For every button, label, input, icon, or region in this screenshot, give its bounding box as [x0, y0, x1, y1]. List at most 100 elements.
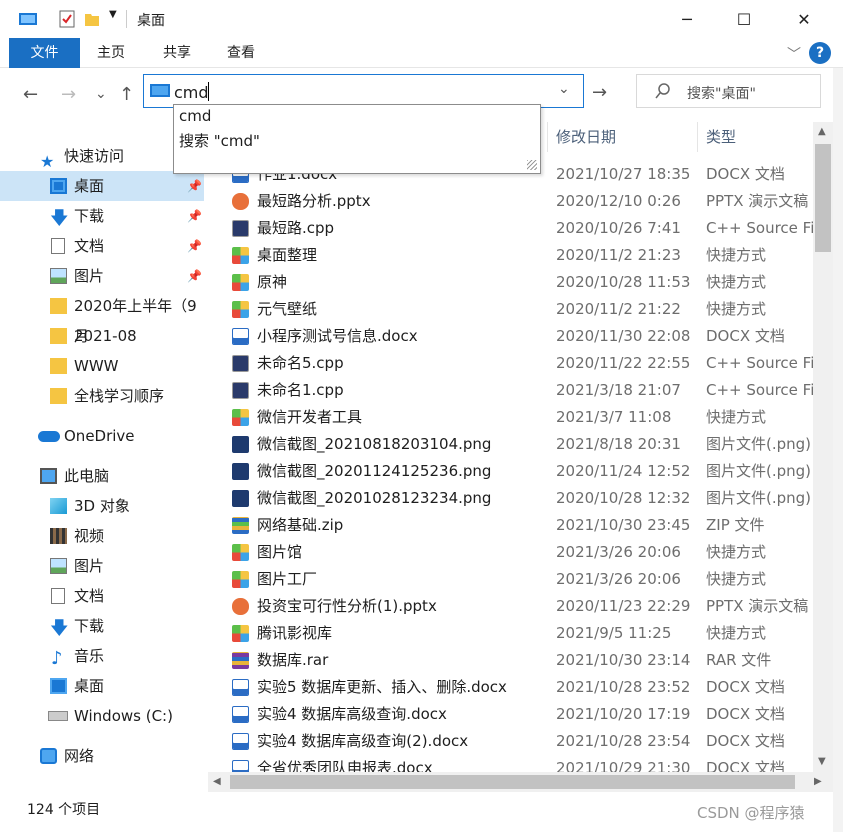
sidebar-item-videos[interactable]: 视频: [0, 521, 204, 551]
autocomplete-option[interactable]: cmd: [179, 107, 211, 125]
sidebar-item-folder-2021-08[interactable]: 2021-08: [0, 321, 204, 351]
sidebar-item-label: 3D 对象: [74, 497, 130, 515]
file-modified-date: 2020/11/22 22:55: [556, 354, 691, 372]
file-row[interactable]: 小程序测试号信息.docx 2020/11/30 22:08 DOCX 文档: [208, 323, 813, 350]
properties-icon[interactable]: [58, 9, 76, 29]
file-row[interactable]: 实验4 数据库高级查询(2).docx 2021/10/28 23:54 DOCX …: [208, 728, 813, 755]
new-folder-icon[interactable]: [84, 9, 100, 29]
sidebar-item-pictures[interactable]: 图片 📌: [0, 261, 204, 291]
sidebar-item-documents[interactable]: 文档 📌: [0, 231, 204, 261]
sidebar-item-desktop[interactable]: 桌面 📌: [0, 171, 204, 201]
close-button[interactable]: ✕: [774, 0, 834, 38]
tab-file[interactable]: 文件: [9, 38, 80, 68]
cube-icon: [50, 498, 67, 514]
file-row[interactable]: 图片工厂 2021/3/26 20:06 快捷方式: [208, 566, 813, 593]
up-button[interactable]: ↑: [119, 84, 134, 105]
quick-access-dropdown-icon[interactable]: ▼: [109, 9, 117, 29]
file-row[interactable]: 最短路.cpp 2020/10/26 7:41 C++ Source File: [208, 215, 813, 242]
vertical-scroll-thumb[interactable]: [815, 144, 831, 252]
forward-button[interactable]: →: [61, 84, 76, 105]
horizontal-scrollbar[interactable]: ◀ ▶: [208, 772, 833, 792]
sidebar-item-documents-pc[interactable]: 文档: [0, 581, 204, 611]
sidebar-item-folder-2020[interactable]: 2020年上半年（9月: [0, 291, 204, 345]
file-row[interactable]: 网络基础.zip 2021/10/30 23:45 ZIP 文件: [208, 512, 813, 539]
horizontal-scroll-thumb[interactable]: [230, 775, 795, 789]
sidebar-item-3d-objects[interactable]: 3D 对象: [0, 491, 204, 521]
scroll-right-icon[interactable]: ▶: [814, 776, 822, 787]
sidebar-item-desktop-pc[interactable]: 桌面: [0, 671, 204, 701]
file-type: DOCX 文档: [706, 165, 785, 183]
shortcut-icon: [232, 247, 249, 264]
cpp-icon: [232, 355, 249, 372]
maximize-button[interactable]: ☐: [714, 0, 774, 38]
resize-grip[interactable]: [527, 160, 537, 170]
file-row[interactable]: 元气壁纸 2020/11/2 21:22 快捷方式: [208, 296, 813, 323]
file-modified-date: 2021/10/30 23:14: [556, 651, 691, 669]
file-type: C++ Source File: [706, 381, 813, 399]
sidebar-item-drive-c[interactable]: Windows (C:): [0, 701, 204, 731]
picture-icon: [50, 558, 67, 574]
recent-locations-button[interactable]: ⌄: [95, 86, 107, 102]
address-input[interactable]: cmd: [174, 83, 209, 102]
file-row[interactable]: 全省优秀团队申报表.docx 2021/10/29 21:30 DOCX 文档: [208, 755, 813, 772]
search-box[interactable]: 搜索"桌面": [636, 74, 821, 108]
column-header-type[interactable]: 类型: [706, 122, 736, 152]
sidebar-item-music[interactable]: ♪ 音乐: [0, 641, 204, 671]
file-row[interactable]: 未命名1.cpp 2021/3/18 21:07 C++ Source File: [208, 377, 813, 404]
cpp-icon: [232, 382, 249, 399]
sidebar-item-network[interactable]: 网络: [0, 741, 204, 771]
file-modified-date: 2021/9/5 11:25: [556, 624, 672, 642]
column-header-modified[interactable]: 修改日期: [556, 122, 616, 152]
go-button[interactable]: →: [592, 82, 607, 103]
file-row[interactable]: 最短路分析.pptx 2020/12/10 0:26 PPTX 演示文稿: [208, 188, 813, 215]
file-row[interactable]: 微信截图_20210818203104.png 2021/8/18 20:31 图片…: [208, 431, 813, 458]
help-icon[interactable]: ?: [809, 42, 831, 64]
file-row[interactable]: 数据库.rar 2021/10/30 23:14 RAR 文件: [208, 647, 813, 674]
column-separator[interactable]: [547, 122, 548, 152]
sidebar-item-downloads[interactable]: 🡇 下载 📌: [0, 201, 204, 231]
column-separator[interactable]: [697, 122, 698, 152]
file-modified-date: 2021/10/28 23:54: [556, 732, 691, 750]
scroll-up-icon[interactable]: ▲: [818, 126, 826, 137]
file-type: RAR 文件: [706, 651, 772, 669]
sidebar-item-label: WWW: [74, 357, 119, 375]
file-modified-date: 2020/10/28 11:53: [556, 273, 691, 291]
tab-home[interactable]: 主页: [84, 38, 138, 68]
file-row[interactable]: 腾讯影视库 2021/9/5 11:25 快捷方式: [208, 620, 813, 647]
sidebar-item-folder-www[interactable]: WWW: [0, 351, 204, 381]
expand-ribbon-icon[interactable]: ﹀: [787, 44, 801, 64]
sidebar-item-this-pc[interactable]: 此电脑: [0, 461, 204, 491]
scroll-down-icon[interactable]: ▼: [818, 756, 826, 767]
scroll-left-icon[interactable]: ◀: [213, 776, 221, 787]
file-row[interactable]: 微信开发者工具 2021/3/7 11:08 快捷方式: [208, 404, 813, 431]
file-row[interactable]: 图片馆 2021/3/26 20:06 快捷方式: [208, 539, 813, 566]
file-row[interactable]: 实验5 数据库更新、插入、删除.docx 2021/10/28 23:52 DOCX…: [208, 674, 813, 701]
file-name: 实验4 数据库高级查询(2).docx: [257, 732, 469, 750]
file-row[interactable]: 投资宝可行性分析(1).pptx 2020/11/23 22:29 PPTX 演示文…: [208, 593, 813, 620]
vertical-scrollbar[interactable]: ▲ ▼: [813, 122, 833, 772]
file-type: 图片文件(.png): [706, 435, 812, 453]
file-row[interactable]: 微信截图_20201028123234.png 2020/10/28 12:32 图…: [208, 485, 813, 512]
file-name: 最短路.cpp: [257, 219, 335, 237]
autocomplete-option[interactable]: 搜索 "cmd": [179, 130, 260, 151]
file-row[interactable]: 原神 2020/10/28 11:53 快捷方式: [208, 269, 813, 296]
search-input[interactable]: 搜索"桌面": [687, 83, 756, 103]
sidebar-item-onedrive[interactable]: OneDrive: [0, 421, 204, 451]
tab-view[interactable]: 查看: [214, 38, 268, 68]
sidebar-item-folder-fullstack[interactable]: 全栈学习顺序: [0, 381, 204, 411]
file-row[interactable]: 实验4 数据库高级查询.docx 2021/10/20 17:19 DOCX 文档: [208, 701, 813, 728]
download-icon: 🡇: [50, 208, 69, 229]
address-bar[interactable]: cmd ⌄: [143, 74, 584, 108]
file-row[interactable]: 未命名5.cpp 2020/11/22 22:55 C++ Source File: [208, 350, 813, 377]
file-type: DOCX 文档: [706, 327, 785, 345]
back-button[interactable]: ←: [23, 84, 38, 105]
pin-icon: 📌: [187, 179, 202, 193]
file-row[interactable]: 桌面整理 2020/11/2 21:23 快捷方式: [208, 242, 813, 269]
address-dropdown-icon[interactable]: ⌄: [558, 81, 570, 97]
file-name: 小程序测试号信息.docx: [257, 327, 418, 345]
sidebar-item-downloads-pc[interactable]: 🡇 下载: [0, 611, 204, 641]
sidebar-item-pictures-pc[interactable]: 图片: [0, 551, 204, 581]
tab-share[interactable]: 共享: [150, 38, 204, 68]
minimize-button[interactable]: ─: [657, 0, 717, 38]
file-row[interactable]: 微信截图_20201124125236.png 2020/11/24 12:52 图…: [208, 458, 813, 485]
